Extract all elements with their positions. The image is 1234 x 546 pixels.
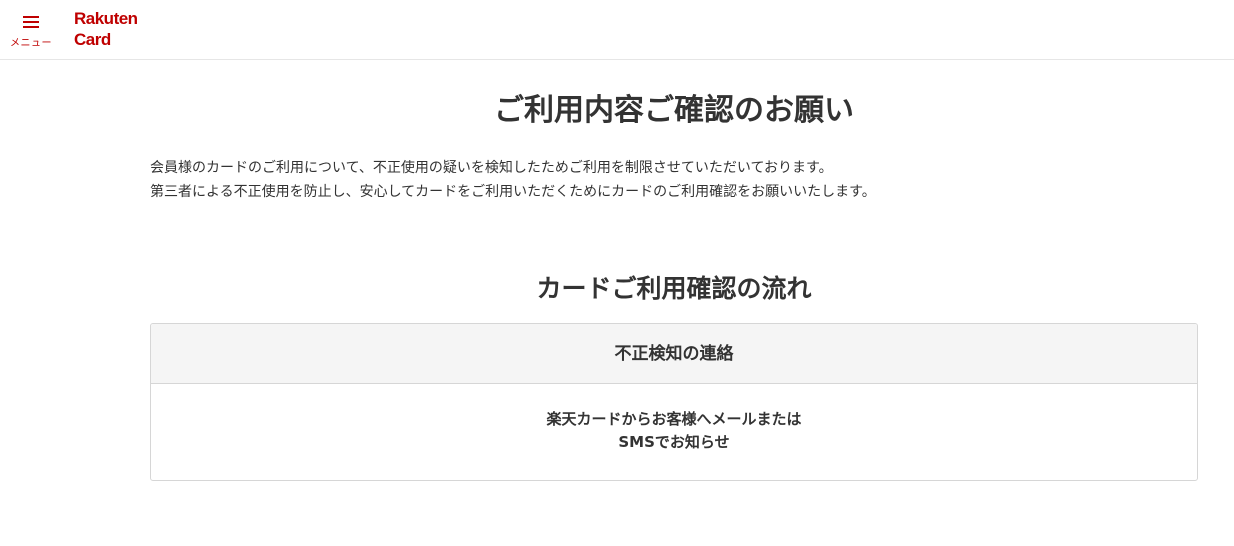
site-header: メニュー Rakuten Card — [0, 0, 1234, 60]
hamburger-menu-icon — [23, 16, 39, 28]
rakuten-card-logo[interactable]: Rakuten Card — [74, 8, 154, 52]
flow-step-body: 楽天カードからお客様へメールまたは SMSでお知らせ — [151, 384, 1197, 454]
intro-line-1: 会員様のカードのご利用について、不正使用の疑いを検知したためご利用を制限させてい… — [150, 160, 833, 176]
logo-line-rakuten: Rakuten — [74, 9, 138, 28]
flow-step-card: 不正検知の連絡 楽天カードからお客様へメールまたは SMSでお知らせ — [150, 323, 1198, 481]
intro-text: 会員様のカードのご利用について、不正使用の疑いを検知したためご利用を制限させてい… — [150, 156, 1198, 204]
page-title: ご利用内容ご確認のお願い — [494, 93, 854, 128]
flow-step-body-line-2: SMSでお知らせ — [618, 433, 730, 451]
section-title-flow: カードご利用確認の流れ — [536, 274, 812, 303]
flow-step-heading: 不正検知の連絡 — [151, 324, 1197, 384]
flow-step-body-line-1: 楽天カードからお客様へメールまたは — [546, 410, 802, 428]
menu-label: メニュー — [10, 38, 52, 49]
intro-line-2: 第三者による不正使用を防止し、安心してカードをご利用いただくためにカードのご利用… — [150, 184, 876, 200]
menu-button[interactable]: メニュー — [6, 10, 56, 52]
logo-line-card: Card — [74, 30, 111, 49]
